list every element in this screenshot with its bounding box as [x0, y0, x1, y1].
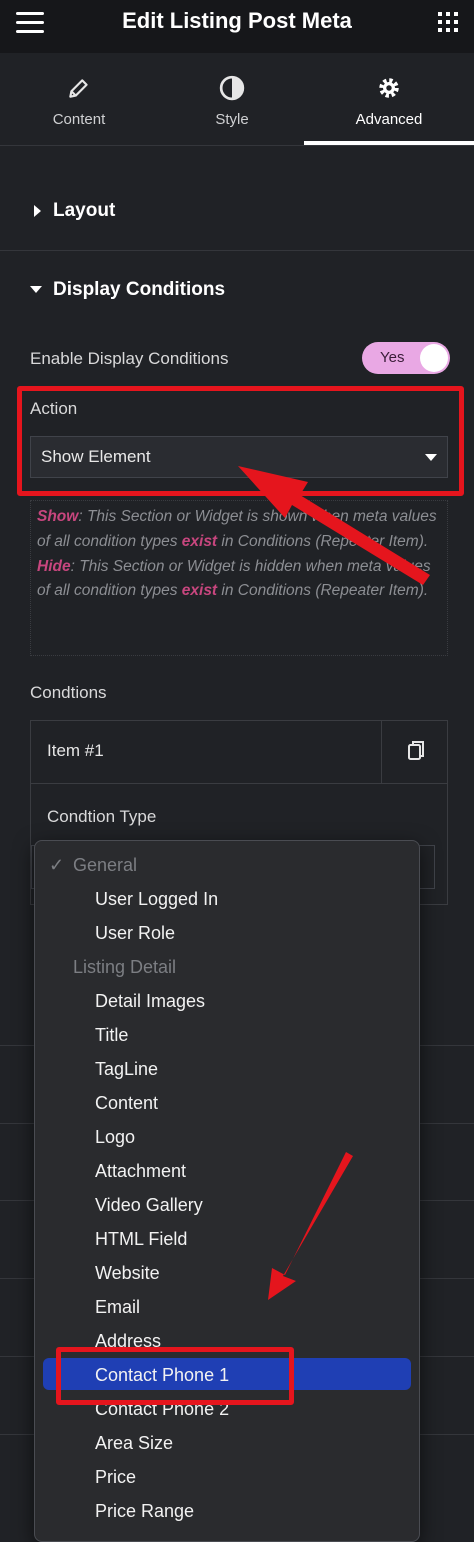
dropdown-option[interactable]: Website — [95, 1263, 160, 1284]
enable-display-conditions-label: Enable Display Conditions — [30, 349, 229, 368]
dropdown-option[interactable]: Area Size — [95, 1433, 173, 1454]
dropdown-option[interactable]: Price Range — [95, 1501, 194, 1522]
action-description: Show: This Section or Widget is shown wh… — [30, 500, 448, 656]
exist-keyword: exist — [181, 582, 218, 600]
tab-advanced[interactable]: Advanced — [304, 53, 474, 145]
conditions-label: Condtions — [30, 683, 107, 702]
caret-right-icon — [34, 205, 41, 217]
enable-display-conditions-toggle[interactable]: Yes — [362, 342, 450, 374]
duplicate-icon[interactable] — [381, 721, 447, 783]
option-group-general: General — [73, 855, 138, 875]
dropdown-option[interactable]: Content — [95, 1093, 158, 1114]
tab-advanced-label: Advanced — [355, 111, 423, 128]
caret-down-icon — [30, 286, 42, 293]
show-keyword: Show — [37, 508, 79, 525]
tab-style-label: Style — [215, 111, 249, 128]
top-bar: Edit Listing Post Meta — [0, 0, 474, 53]
dropdown-option[interactable]: User Logged In — [95, 889, 218, 910]
panel-title: Edit Listing Post Meta — [122, 8, 352, 33]
tab-content-label: Content — [52, 111, 106, 128]
dropdown-option[interactable]: Attachment — [95, 1161, 186, 1182]
dropdown-option[interactable]: Video Gallery — [95, 1195, 203, 1216]
dropdown-option[interactable]: User Role — [95, 923, 175, 944]
repeater-item-title: Item #1 — [47, 741, 104, 760]
toggle-knob — [420, 344, 448, 372]
option-group-listing-detail: Listing Detail — [73, 957, 177, 977]
dropdown-option[interactable]: HTML Field — [95, 1229, 187, 1250]
annotation-box-action — [17, 386, 464, 496]
tab-style[interactable]: Style — [153, 53, 311, 145]
half-circle-icon — [153, 75, 311, 101]
annotation-box-contact-phone — [56, 1347, 294, 1405]
dropdown-option[interactable]: Title — [95, 1025, 128, 1046]
panel-tabs: Content Style Advanced — [0, 53, 474, 146]
tab-content[interactable]: Content — [0, 53, 158, 145]
toggle-label: Yes — [380, 349, 405, 366]
condition-type-dropdown[interactable]: ✓ General User Logged In User Role Listing… — [34, 840, 420, 1542]
layout-section[interactable]: Layout — [0, 146, 474, 251]
dropdown-option[interactable]: Logo — [95, 1127, 135, 1148]
gear-icon — [304, 75, 474, 101]
show-text-end: in Conditions (Repeater Item). — [217, 532, 429, 550]
grid-icon[interactable] — [438, 12, 458, 32]
dropdown-option[interactable]: Price — [95, 1467, 136, 1488]
dropdown-option[interactable]: Detail Images — [95, 991, 205, 1012]
checkmark-icon: ✓ — [49, 855, 65, 875]
dropdown-option[interactable]: Email — [95, 1297, 140, 1318]
pencil-icon — [0, 75, 158, 101]
layout-section-title: Layout — [53, 200, 116, 221]
exist-keyword: exist — [181, 532, 218, 550]
display-conditions-title[interactable]: Display Conditions — [53, 279, 225, 301]
repeater-item-header[interactable]: Item #1 — [31, 721, 447, 784]
hide-text-end: in Conditions (Repeater Item). — [217, 582, 429, 600]
hide-keyword: Hide — [37, 557, 71, 575]
condition-type-label: Condtion Type — [47, 807, 157, 826]
dropdown-option[interactable]: TagLine — [95, 1059, 158, 1080]
